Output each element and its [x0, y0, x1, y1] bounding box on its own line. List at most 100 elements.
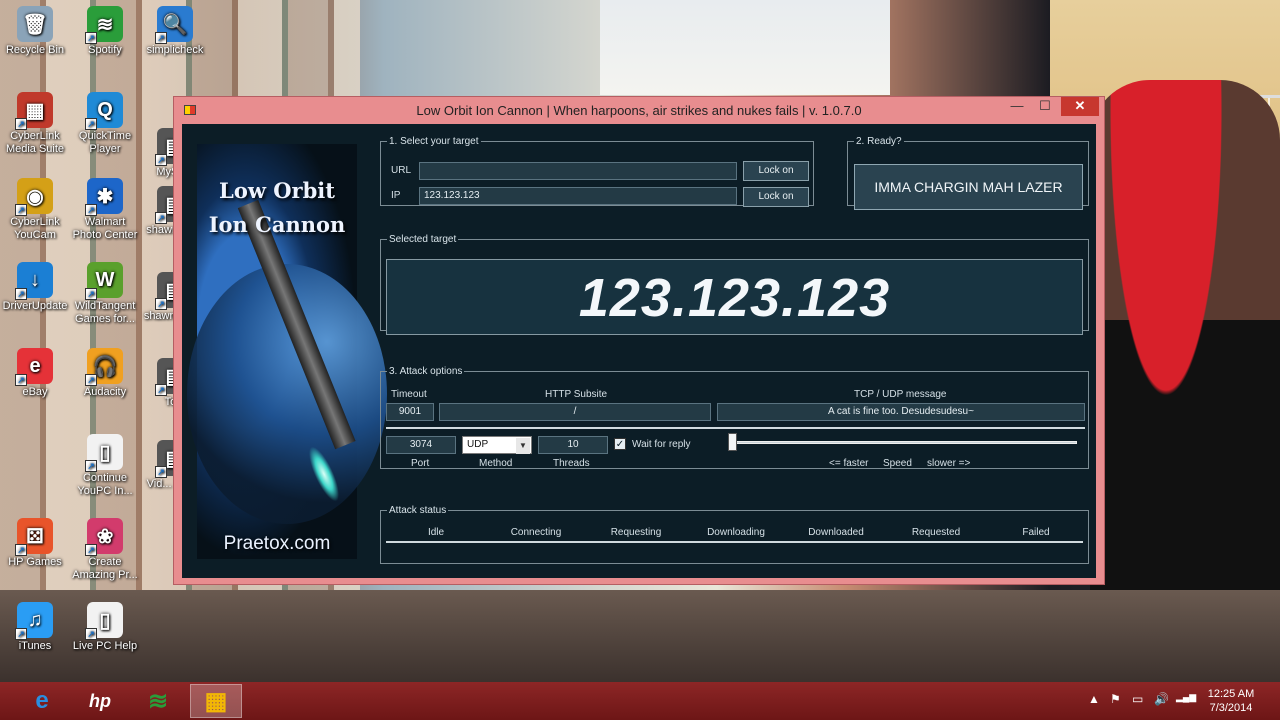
loic-window: Low Orbit Ion Cannon | When harpoons, ai… — [173, 96, 1105, 585]
shortcut-arrow-icon: ↗ — [155, 298, 167, 310]
shortcut-arrow-icon: ↗ — [85, 288, 97, 300]
url-label: URL — [391, 165, 412, 176]
taskbar-internet-explorer-button[interactable]: e — [16, 684, 68, 718]
desktop-icon[interactable]: 🔍 ↗ simplicheck — [142, 6, 208, 57]
desktop-icon[interactable]: W ↗ WildTangent Games for... — [72, 262, 138, 326]
walmart-icon: ✱ ↗ — [85, 178, 123, 216]
desktop-icon-label: DriverUpdate — [2, 300, 68, 312]
document-icon: ▯ ↗ — [85, 434, 123, 472]
port-input[interactable]: 3074 — [386, 436, 456, 454]
lock-on-ip-button[interactable]: Lock on — [743, 187, 809, 207]
minimize-button[interactable]: — — [1004, 97, 1030, 116]
shortcut-arrow-icon: ↗ — [15, 288, 27, 300]
internet-explorer-icon: e — [35, 687, 49, 714]
taskbar-spotify-button[interactable]: ≋ — [132, 684, 184, 718]
clock-time: 12:25 AM — [1207, 688, 1255, 700]
desktop-icon-label: Continue YouPC In... — [77, 472, 133, 497]
desktop-icon-label: Recycle Bin — [5, 44, 65, 56]
url-input[interactable] — [419, 162, 737, 180]
battery-icon[interactable]: ▭ — [1132, 692, 1143, 706]
desktop-icon[interactable]: ≋ ↗ Spotify — [72, 6, 138, 57]
shortcut-arrow-icon: ↗ — [155, 154, 167, 166]
wait-for-reply-checkbox[interactable]: ✓ — [614, 438, 626, 450]
desktop-icon[interactable]: ✱ ↗ Walmart Photo Center — [72, 178, 138, 242]
threads-input[interactable]: 10 — [538, 436, 608, 454]
status-column-idle: Idle — [427, 527, 445, 538]
attack-status-legend: Attack status — [389, 505, 447, 516]
desktop-icon[interactable]: ▯ ↗ Continue YouPC In... — [72, 434, 138, 498]
desktop-icon[interactable]: 🗑 Recycle Bin — [2, 6, 68, 57]
speed-label: Speed — [883, 458, 912, 469]
status-divider — [386, 541, 1083, 543]
desktop-icon[interactable]: Q ↗ QuickTime Player — [72, 92, 138, 156]
desktop-icon-label: Audacity — [83, 386, 127, 398]
desktop-icon[interactable]: ↓ ↗ DriverUpdate — [2, 262, 68, 313]
method-select[interactable]: UDP ▼ — [462, 436, 532, 454]
audacity-icon: 🎧 ↗ — [85, 348, 123, 386]
tcp-udp-message-input[interactable]: A cat is fine too. Desudesudesu~ — [717, 403, 1085, 421]
close-button[interactable]: ✕ — [1061, 97, 1099, 116]
attack-options-legend: 3. Attack options — [389, 366, 463, 377]
select-target-legend: 1. Select your target — [389, 136, 479, 147]
speed-slider-thumb[interactable] — [728, 433, 737, 451]
options-divider — [386, 427, 1085, 429]
desktop-icon[interactable]: ▦ ↗ CyberLink Media Suite — [2, 92, 68, 156]
clock-date: 7/3/2014 — [1209, 702, 1253, 714]
title-bar[interactable]: Low Orbit Ion Cannon | When harpoons, ai… — [174, 97, 1104, 124]
desktop-icon[interactable]: ⚄ ↗ HP Games — [2, 518, 68, 569]
shortcut-arrow-icon: ↗ — [15, 544, 27, 556]
fire-button[interactable]: IMMA CHARGIN MAH LAZER — [854, 164, 1083, 210]
clock[interactable]: 12:25 AM 7/3/2014 — [1196, 687, 1266, 715]
shortcut-arrow-icon: ↗ — [155, 466, 167, 478]
desktop-icon-label: simplicheck — [146, 44, 204, 56]
threads-label: Threads — [553, 458, 590, 469]
status-column-connecting: Connecting — [510, 527, 562, 538]
status-column-downloaded: Downloaded — [808, 527, 864, 538]
desktop-icon[interactable]: e ↗ eBay — [2, 348, 68, 399]
document-icon: ▯ ↗ — [85, 602, 123, 640]
speed-slower-label: slower => — [927, 458, 971, 469]
ready-group: 2. Ready? IMMA CHARGIN MAH LAZER — [847, 136, 1089, 210]
desktop-icon-label: Spotify — [88, 44, 122, 56]
speed-slider-track[interactable] — [728, 441, 1077, 444]
taskbar-hp-button[interactable]: hp — [74, 684, 126, 718]
shortcut-arrow-icon: ↗ — [85, 628, 97, 640]
desktop-icon-label: Live PC Help — [72, 640, 138, 652]
network-icon[interactable]: ▂▄▆ — [1176, 692, 1196, 703]
selected-target-group: Selected target 123.123.123 — [380, 234, 1089, 335]
show-hidden-icons[interactable]: ▲ — [1088, 692, 1100, 706]
volume-icon[interactable]: 🔊 — [1154, 692, 1169, 706]
recycle-bin-icon: 🗑 — [17, 6, 53, 42]
speed-faster-label: <= faster — [829, 458, 869, 469]
desktop-icon[interactable]: ▯ ↗ Live PC Help — [72, 602, 138, 653]
youcam-icon: ◉ ↗ — [15, 178, 53, 216]
chevron-down-icon[interactable]: ▼ — [516, 438, 530, 454]
shortcut-arrow-icon: ↗ — [85, 460, 97, 472]
cyberlink-icon: ▦ ↗ — [15, 92, 53, 130]
lock-on-url-button[interactable]: Lock on — [743, 161, 809, 181]
shortcut-arrow-icon: ↗ — [155, 384, 167, 396]
desktop-icon[interactable]: 🎧 ↗ Audacity — [72, 348, 138, 399]
desktop-icon[interactable]: ◉ ↗ CyberLink YouCam — [2, 178, 68, 242]
maximize-button[interactable]: ☐ — [1032, 97, 1058, 116]
attack-options-group: 3. Attack options Timeout HTTP Subsite T… — [380, 366, 1089, 469]
timeout-input[interactable]: 9001 — [386, 403, 434, 421]
desktop-icon[interactable]: ♫ ↗ iTunes — [2, 602, 68, 653]
desktop-icon-label: Walmart Photo Center — [72, 216, 138, 241]
itunes-icon: ♫ ↗ — [15, 602, 53, 640]
desktop-icon[interactable]: ❀ ↗ Create Amazing Pr... — [72, 518, 138, 582]
status-column-failed: Failed — [1022, 527, 1050, 538]
driverupdate-icon: ↓ ↗ — [15, 262, 53, 300]
loic-icon: ▦ — [204, 687, 228, 715]
shortcut-arrow-icon: ↗ — [15, 374, 27, 386]
selected-target-legend: Selected target — [389, 234, 457, 245]
hp-icon: hp — [89, 690, 111, 711]
magnifier-icon: 🔍 ↗ — [155, 6, 193, 44]
ip-input[interactable]: 123.123.123 — [419, 187, 737, 205]
shortcut-arrow-icon: ↗ — [15, 628, 27, 640]
action-center-icon[interactable]: ⚑ — [1110, 692, 1121, 706]
banner-title-line2: Ion Cannon — [208, 212, 346, 237]
http-subsite-input[interactable]: / — [439, 403, 711, 421]
shortcut-arrow-icon: ↗ — [85, 204, 97, 216]
taskbar-loic-button[interactable]: ▦ — [190, 684, 242, 718]
